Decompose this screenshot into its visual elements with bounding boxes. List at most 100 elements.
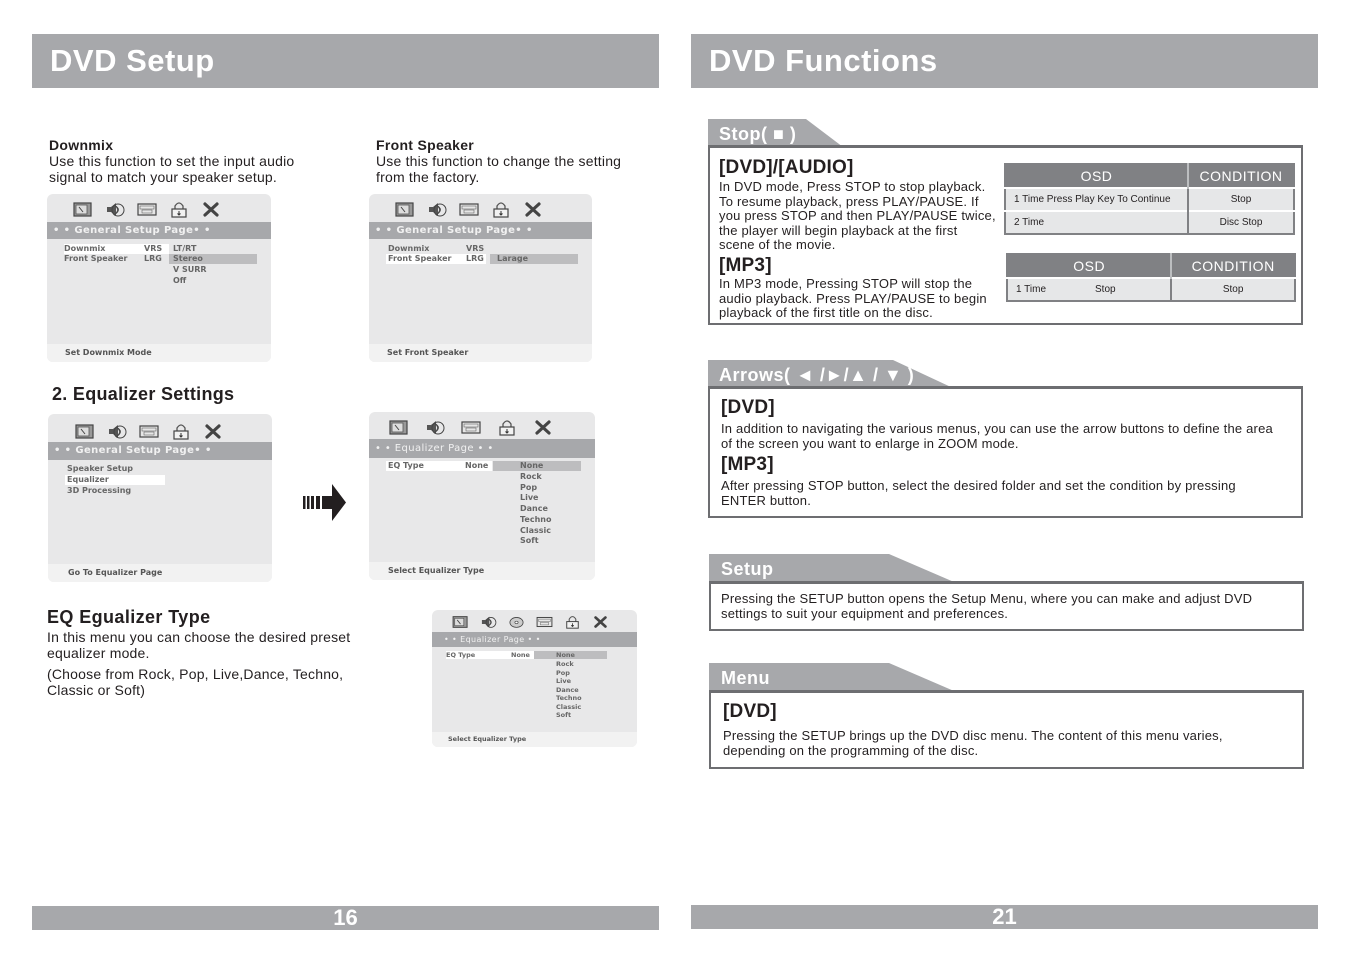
eq-type-heading: EQ Egualizer Type [47,607,211,627]
osd-header: • • General Setup Page• • [369,222,592,239]
disc-icon [508,615,525,629]
osd-option[interactable]: Classic [556,703,581,711]
osd-footer: Select Equalizer Type [369,562,595,580]
lock-icon [169,201,189,218]
speaker-icon [425,419,445,436]
arrows-section-box: [DVD] In addition to navigating the vari… [708,386,1303,518]
osd-icon-bar [369,412,595,442]
lock-icon [497,419,517,436]
osd-footer: Go To Equalizer Page [48,564,272,582]
keyboard-icon [461,419,481,436]
text-line: In addition to navigating the various me… [721,421,1273,436]
osd-footer: Set Downmix Mode [47,344,271,362]
osd-option[interactable]: Classic [520,526,551,536]
osd-option-selected[interactable]: None [534,651,607,659]
table-row: 1 Time Stop Stop [1007,277,1295,301]
speaker-icon [480,615,497,629]
osd-row-label: EQ Type [446,651,476,659]
osd-header: • • Equalizer Page • • [369,439,595,458]
lock-icon [171,423,191,440]
osd-menu-item[interactable]: 3D Processing [67,486,131,496]
page-title-dvd-functions: DVD Functions [691,34,1318,88]
close-icon [201,201,221,218]
table-cell: 1 Time [1007,277,1087,301]
speaker-icon [105,201,125,218]
keyboard-icon [137,201,157,218]
osd-option[interactable]: LT/RT [173,244,196,254]
osd-row-label: EQ Type [388,461,424,470]
table-cell: Stop [1087,277,1173,301]
text-line: Pressing the SETUP button opens the Setu… [721,591,1253,606]
stop-osd-table-mp3: OSD CONDITION 1 Time Stop Stop [1006,253,1296,302]
osd-option-selected[interactable]: None [493,461,581,471]
osd-option[interactable]: Dance [556,686,579,694]
table-header-row: OSD CONDITION [1007,254,1295,278]
table-cell: Stop [1171,277,1295,301]
text-line: scene of the movie. [719,237,836,252]
setup-section-box: Pressing the SETUP button opens the Setu… [709,581,1304,631]
table-header: OSD [1007,254,1173,278]
front-speaker-heading: Front Speaker [376,137,475,153]
page-number-left: 16 [32,906,659,930]
osd-footer: Select Equalizer Type [432,732,637,747]
osd-option-selected[interactable]: Larage [490,254,578,264]
osd-row-value: None [511,651,530,659]
close-icon [592,615,609,629]
osd-option[interactable]: Pop [556,669,570,677]
osd-option[interactable]: Techno [556,694,582,702]
text-line: After pressing STOP button, select the d… [721,478,1236,493]
eq-type-text-line3: (Choose from Rock, Pop, Live,Dance, Tech… [47,666,344,682]
osd-option[interactable]: Rock [556,660,574,668]
osd-screen-eq-type: • • Equalizer Page • • EQ Type None None… [432,610,637,747]
table-cell: Stop [1188,187,1294,211]
osd-row-value: LRG [144,254,162,263]
text-line: settings to suit your equipment and pref… [721,605,1009,621]
downmix-text-line1: Use this function to set the input audio [49,153,295,169]
page-number-right: 21 [691,905,1318,929]
osd-icon-bar [47,194,271,224]
keyboard-icon [536,615,553,629]
menu-dvd-heading: [DVD] [723,701,777,722]
page-title-dvd-setup: DVD Setup [32,34,659,88]
osd-option[interactable]: Dance [520,504,548,514]
osd-option[interactable]: Live [556,677,571,685]
osd-option[interactable]: Pop [520,483,537,493]
osd-icon-bar [369,194,592,224]
menu-section-box: [DVD] Pressing the SETUP brings up the D… [709,690,1304,769]
osd-screen-general-setup: • • General Setup Page• • Speaker Setup … [48,414,272,582]
tv-icon [452,615,469,629]
osd-row-downmix[interactable]: Downmix [388,244,429,254]
osd-menu-item[interactable]: Speaker Setup [67,464,133,474]
osd-option[interactable]: Soft [520,536,539,546]
osd-option[interactable]: Techno [520,515,551,525]
osd-option[interactable]: Rock [520,472,542,482]
table-header: OSD [1005,164,1189,188]
tv-icon [395,201,415,218]
lock-icon [564,615,581,629]
osd-screen-front-speaker: • • General Setup Page• • Downmix VRS Fr… [369,194,592,362]
eq-type-text-line2: equalizer mode. [47,645,150,661]
section-tab-setup: Setup [721,559,774,579]
text-line: audio playback. Press PLAY/PAUSE to begi… [719,290,987,306]
text-line: you press STOP and then PLAY/PAUSE twice… [719,208,996,223]
osd-row-value: VRS [144,244,163,253]
osd-option[interactable]: V SURR [173,265,207,275]
section-tab-menu: Menu [721,668,770,688]
osd-option[interactable]: Off [173,276,186,286]
osd-row-label: Downmix [64,244,106,253]
osd-row-front-speaker[interactable]: Front Speaker [64,254,128,264]
tv-icon [73,201,93,218]
arrow-right-icon [303,484,346,521]
osd-option[interactable]: Live [520,493,538,503]
osd-option-selected[interactable]: Stereo [169,254,257,264]
osd-menu-item-selected[interactable]: Equalizer [65,475,165,485]
osd-icon-bar [432,610,637,634]
table-header: CONDITION [1171,254,1295,278]
front-speaker-text-line1: Use this function to change the setting [376,153,622,169]
osd-header: • • General Setup Page• • [48,442,272,460]
downmix-text-line2: signal to match your speaker setup. [49,169,278,185]
table-cell: 1 Time Press Play Key To Continue [1005,187,1189,211]
eq-type-text-line4: Classic or Soft) [47,682,146,698]
osd-option[interactable]: Soft [556,711,571,719]
section-tab-arrows: Arrows( ◄ /►/▲ / ▼ ) [719,365,915,385]
